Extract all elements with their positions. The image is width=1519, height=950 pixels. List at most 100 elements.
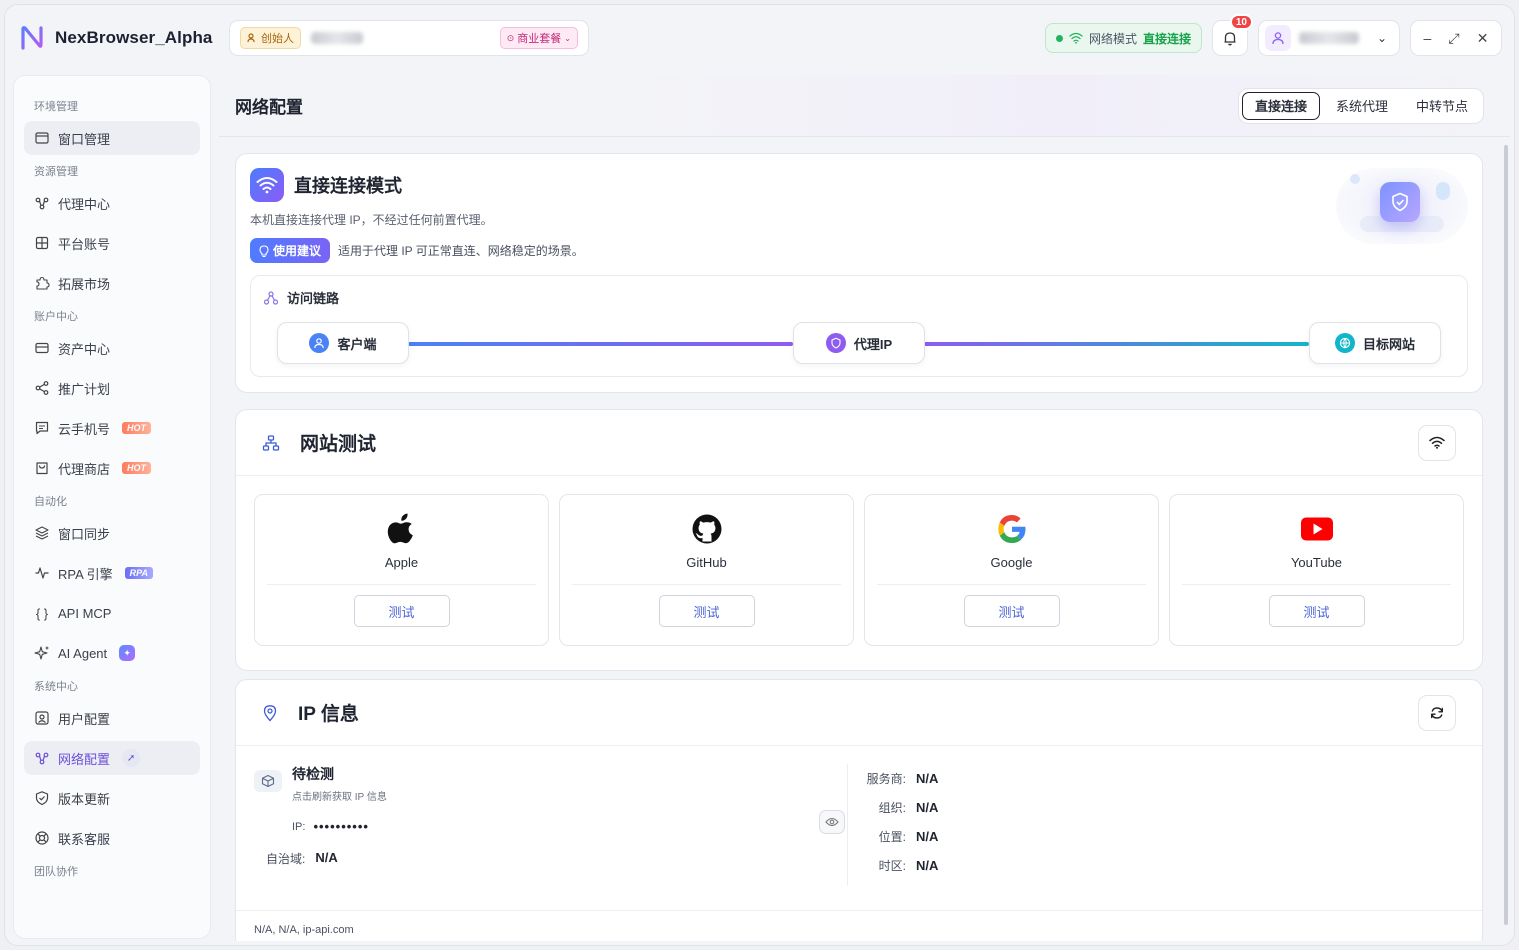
- ip-info-footer: N/A, N/A, ip-api.com: [236, 910, 1482, 941]
- tab-relay-node[interactable]: 中转节点: [1404, 92, 1480, 120]
- message-icon: [35, 421, 49, 435]
- chain-node-label: 目标网站: [1362, 336, 1415, 352]
- globe-icon: [1334, 333, 1355, 353]
- sidebar-item-proxy-shop[interactable]: 代理商店 HOT: [24, 451, 200, 485]
- sitemap-icon: [262, 434, 280, 451]
- sidebar-item-contact-support[interactable]: 联系客服: [24, 821, 200, 855]
- ip-value-masked: ••••••••••: [313, 819, 369, 834]
- network-mode-indicator[interactable]: 网络模式 直接连接: [1044, 23, 1202, 53]
- asn-label: 自治域:: [266, 852, 306, 866]
- direct-mode-description: 本机直接连接代理 IP，不经过任何前置代理。: [250, 213, 493, 227]
- sidebar-item-api-mcp[interactable]: { } API MCP: [24, 596, 200, 630]
- tab-system-proxy[interactable]: 系统代理: [1324, 92, 1400, 120]
- site-card-google: Google 测试: [864, 494, 1159, 646]
- sidebar-item-version-update[interactable]: 版本更新: [24, 781, 200, 815]
- ip-status-hint: 点击刷新获取 IP 信息: [292, 792, 387, 803]
- detail-location: 位置: N/A: [864, 822, 939, 851]
- notification-count: 10: [1229, 14, 1253, 30]
- detail-value: N/A: [916, 771, 939, 786]
- detail-provider: 服务商: N/A: [864, 764, 939, 793]
- toggle-ip-visibility-button[interactable]: [819, 810, 845, 834]
- sidebar-item-label: 联系客服: [58, 831, 111, 847]
- chain-node-label: 客户端: [337, 336, 377, 352]
- site-card-apple: Apple 测试: [254, 494, 549, 646]
- maximize-button[interactable]: ⤢: [1448, 30, 1459, 47]
- page-header: 网络配置 直接连接 系统代理 中转节点: [219, 75, 1510, 137]
- wallet-icon: [35, 342, 49, 354]
- sidebar-item-label: 用户配置: [58, 711, 111, 727]
- access-chain-diagram: 客户端 代理IP 目标网站: [277, 322, 1441, 364]
- window-icon: [35, 132, 49, 144]
- wifi-icon: [250, 168, 284, 202]
- scrollbar[interactable]: [1504, 145, 1508, 925]
- plan-badge[interactable]: ⊙ 商业套餐 ⌄: [499, 27, 578, 49]
- detail-value: N/A: [916, 858, 939, 873]
- usage-tip: 使用建议 适用于代理 IP 可正常直连、网络稳定的场景。: [250, 238, 1468, 263]
- sidebar-item-network-config[interactable]: 网络配置 ➚: [24, 741, 200, 775]
- ip-info-body: 待检测 点击刷新获取 IP 信息 IP: •••••••••• 自治域: N/A…: [236, 746, 1482, 886]
- sidebar-item-label: RPA 引擎: [58, 566, 113, 582]
- workspace-name-redacted: [311, 32, 363, 44]
- shop-icon: [36, 462, 48, 475]
- ip-info-title: IP 信息: [298, 704, 359, 725]
- notifications-button[interactable]: 10: [1212, 14, 1253, 56]
- divider: [571, 584, 842, 585]
- network-mode-value: 直接连接: [1142, 31, 1191, 46]
- sidebar-item-window-manage[interactable]: 窗口管理: [24, 121, 200, 155]
- ip-status: 待检测 点击刷新获取 IP 信息: [254, 764, 847, 803]
- proxy-icon: [35, 197, 49, 210]
- ai-badge-icon: ✦: [119, 645, 136, 661]
- test-all-button[interactable]: [1418, 424, 1456, 461]
- detail-key: 位置:: [878, 830, 906, 844]
- user-menu[interactable]: ⌄: [1258, 20, 1400, 56]
- usage-tip-label: 使用建议: [273, 244, 322, 258]
- refresh-button[interactable]: [1418, 694, 1456, 731]
- sidebar-item-asset-center[interactable]: 资产中心: [24, 331, 200, 365]
- test-button-apple[interactable]: 测试: [353, 595, 450, 627]
- ip-summary: 待检测 点击刷新获取 IP 信息 IP: •••••••••• 自治域: N/A: [254, 764, 848, 886]
- ip-label: IP:: [292, 820, 306, 833]
- role-label: 创始人: [261, 33, 294, 45]
- tab-direct-connect[interactable]: 直接连接: [1241, 91, 1320, 120]
- detail-key: 时区:: [878, 859, 906, 873]
- sidebar-item-rpa-engine[interactable]: RPA 引擎 RPA: [24, 556, 200, 590]
- connection-mode-tabs: 直接连接 系统代理 中转节点: [1237, 87, 1484, 124]
- shield-check-icon: [1392, 192, 1408, 212]
- minimize-button[interactable]: –: [1424, 30, 1432, 46]
- ip-status-title: 待检测: [292, 766, 334, 782]
- user-settings-icon: [35, 711, 49, 725]
- rpa-badge: RPA: [124, 567, 154, 579]
- test-button-youtube[interactable]: 测试: [1268, 595, 1365, 627]
- sidebar-item-cloud-phone[interactable]: 云手机号 HOT: [24, 411, 200, 445]
- detail-timezone: 时区: N/A: [864, 851, 939, 880]
- divider: [1181, 584, 1452, 585]
- eye-icon: [825, 817, 839, 827]
- sidebar-item-extension-market[interactable]: 拓展市场: [24, 266, 200, 300]
- test-button-github[interactable]: 测试: [658, 595, 755, 627]
- access-chain-title: 访问链路: [287, 291, 340, 306]
- sidebar-item-platform-accounts[interactable]: 平台账号: [24, 226, 200, 260]
- sidebar-item-proxy-center[interactable]: 代理中心: [24, 186, 200, 220]
- sidebar-item-user-settings[interactable]: 用户配置: [24, 701, 200, 735]
- usage-tip-text: 适用于代理 IP 可正常直连、网络稳定的场景。: [338, 244, 584, 258]
- chain-node-label: 代理IP: [853, 336, 893, 352]
- username-redacted: [1299, 32, 1359, 44]
- sidebar-item-ai-agent[interactable]: AI Agent ✦: [24, 636, 200, 670]
- sidebar-section-title: 账户中心: [34, 311, 78, 323]
- sidebar-item-label: 平台账号: [58, 236, 111, 252]
- sidebar-item-window-sync[interactable]: 窗口同步: [24, 516, 200, 550]
- sidebar-item-label: API MCP: [58, 605, 112, 621]
- site-name: YouTube: [1290, 555, 1343, 570]
- shield-icon: [35, 791, 49, 806]
- site-name: GitHub: [686, 555, 727, 570]
- logo-icon: [21, 26, 43, 50]
- main-content: 网络配置 直接连接 系统代理 中转节点 直接连接模式 本机直接连接代理 IP，不…: [219, 75, 1510, 941]
- close-button[interactable]: ✕: [1477, 30, 1489, 47]
- detail-value: N/A: [916, 800, 939, 815]
- sidebar-item-promotion[interactable]: 推广计划: [24, 371, 200, 405]
- detail-value: N/A: [916, 829, 939, 844]
- test-button-google[interactable]: 测试: [963, 595, 1060, 627]
- sidebar-item-label: 资产中心: [58, 341, 111, 357]
- workspace-selector[interactable]: 创始人 ⊙ 商业套餐 ⌄: [229, 20, 589, 56]
- sidebar-item-label: AI Agent: [58, 645, 108, 661]
